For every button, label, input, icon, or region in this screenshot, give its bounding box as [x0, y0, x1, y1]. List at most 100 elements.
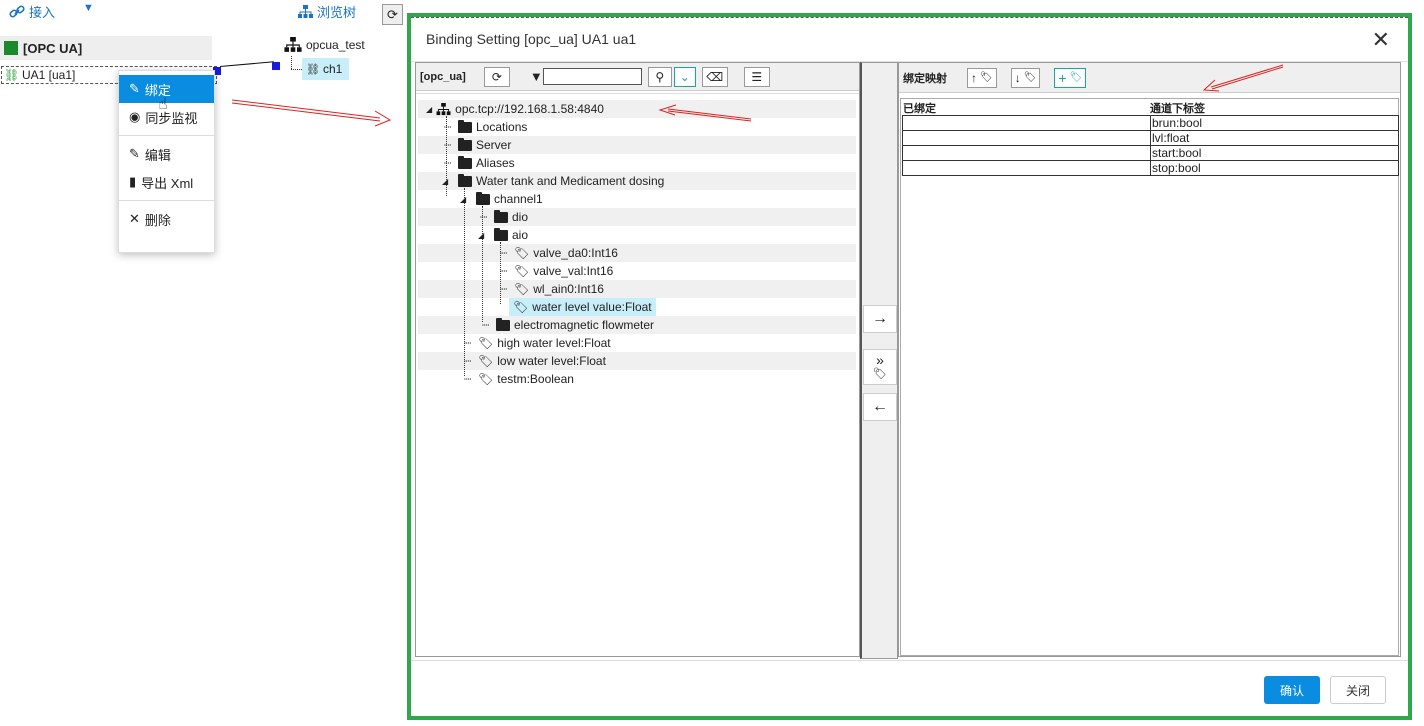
refresh-button[interactable]: ⟳: [483, 66, 510, 87]
channel-tag-cell[interactable]: stop:bool: [1150, 160, 1399, 176]
search-button[interactable]: ⚲: [647, 66, 672, 87]
mapping-table: brun:bool lvl:float start:bool stop:bool: [902, 115, 1399, 176]
column-header-channel-tag: 通道下标签: [1150, 103, 1205, 115]
close-icon: ✕: [129, 211, 140, 226]
tree-node-high-water[interactable]: ┈ 🏷 high water level:Float: [464, 334, 611, 352]
tree-node-water-tank[interactable]: ◢ Water tank and Medicament dosing: [442, 172, 664, 190]
tree-node-flowmeter[interactable]: ┈ electromagnetic flowmeter: [482, 316, 654, 334]
menu-sync-label: 同步监视: [145, 110, 198, 126]
channel-tag-cell[interactable]: start:bool: [1150, 145, 1399, 161]
move-down-button[interactable]: ↓ 🏷: [1010, 67, 1041, 88]
tree-node-aio[interactable]: ◢ aio: [478, 226, 528, 244]
table-row[interactable]: stop:bool: [902, 160, 1399, 176]
folder-icon: [458, 119, 472, 133]
tree-root-label: opcua_test: [306, 38, 365, 52]
tree-node-label: Water tank and Medicament dosing: [476, 174, 665, 188]
add-selected-button[interactable]: →: [863, 305, 897, 333]
tree-node-root[interactable]: ◢ opc.tcp://192.168.1.58:4840: [426, 100, 604, 118]
tree-area: ◢ opc.tcp://192.168.1.58:4840 ┈ Location…: [416, 93, 859, 656]
tree-node-ch1[interactable]: ⛓ ch1: [302, 58, 349, 80]
tag-icon: 🏷: [873, 368, 887, 380]
tree-node-label: channel1: [494, 192, 543, 206]
tree-node-label: low water level:Float: [497, 354, 606, 368]
bound-cell[interactable]: [902, 115, 1151, 131]
pencil-icon: ✎: [129, 146, 140, 161]
tag-icon: 🏷: [478, 336, 494, 350]
bound-cell[interactable]: [902, 145, 1151, 161]
source-tree-pane: [opc_ua] ⟳ ▼ ⚲ ⌄ ⌫ ☰ ◢ opc.tcp://192.168…: [415, 62, 860, 657]
tree-node-valve-da0[interactable]: ┈ 🏷 valve_da0:Int16: [500, 244, 618, 262]
refresh-icon: ⟳: [491, 69, 502, 84]
connect-menu[interactable]: 接入: [9, 2, 55, 21]
link-icon: [9, 5, 25, 17]
mapping-pane: 绑定映射 ↑ 🏷 ↓ 🏷 + 🏷 已绑定 通道下标签 brun:bool lvl:fl…: [898, 62, 1401, 657]
dialog-title: Binding Setting [opc_ua] UA1 ua1: [426, 31, 637, 47]
tree-node-label: high water level:Float: [497, 336, 611, 350]
channel-tag-cell[interactable]: lvl:float: [1150, 130, 1399, 146]
folder-icon: [458, 137, 472, 151]
remove-button[interactable]: ←: [863, 393, 897, 421]
tag-icon: 🏷: [478, 354, 494, 368]
caret-down-icon[interactable]: ▼: [83, 2, 94, 14]
tree-node-label: valve_da0:Int16: [533, 246, 618, 260]
annotation-arrow: [231, 99, 392, 127]
tree-node-dio[interactable]: ┈ dio: [480, 208, 528, 226]
collapse-icon: ◢: [426, 104, 433, 114]
tree-node-label: Aliases: [476, 156, 515, 170]
tree-node-label: Server: [476, 138, 512, 152]
menu-item-edit[interactable]: ✎ 编辑: [119, 140, 214, 168]
arrow-up-icon: ↑: [971, 70, 977, 85]
channel-tag-cell[interactable]: brun:bool: [1150, 115, 1399, 131]
tree-node-water-level-value[interactable]: 🏷 water level value:Float: [509, 298, 656, 316]
menu-delete-label: 删除: [144, 212, 171, 228]
tree-node-aliases[interactable]: ┈ Aliases: [444, 154, 515, 172]
tree-root-opcua-test[interactable]: opcua_test: [284, 37, 365, 53]
tree-node-testm[interactable]: ┈ 🏷 testm:Boolean: [464, 370, 574, 388]
table-row[interactable]: start:bool: [902, 145, 1399, 161]
source-label: [opc_ua]: [420, 70, 466, 83]
menu-item-export-xml[interactable]: ▮ 导出 Xml: [119, 168, 214, 196]
tag-icon: 🏷: [980, 72, 993, 83]
tree-node-locations[interactable]: ┈ Locations: [444, 118, 527, 136]
tree-node-low-water[interactable]: ┈ 🏷 low water level:Float: [464, 352, 606, 370]
confirm-button[interactable]: 确认: [1264, 676, 1320, 704]
collapse-icon: ◢: [460, 194, 467, 204]
port-handle[interactable]: [272, 62, 280, 70]
add-all-button[interactable]: » 🏷: [863, 349, 897, 385]
tree-node-label: valve_val:Int16: [533, 264, 614, 278]
collapse-icon: ◢: [478, 230, 485, 240]
clear-filter-button[interactable]: ⌫: [701, 66, 728, 87]
tree-node-wl-ain0[interactable]: ┈ 🏷 wl_ain0:Int16: [500, 280, 604, 298]
browse-tree-link[interactable]: 浏览树: [298, 2, 356, 21]
tree-node-server[interactable]: ┈ Server: [444, 136, 511, 154]
tree-line: [291, 56, 292, 69]
folder-icon: [458, 155, 472, 169]
close-button[interactable]: 关闭: [1330, 676, 1386, 704]
tag-icon: 🏷: [1023, 72, 1037, 83]
filter-input[interactable]: [542, 68, 642, 85]
table-row[interactable]: brun:bool: [902, 115, 1399, 131]
opc-ua-header: [OPC UA]: [0, 36, 212, 60]
tree-node-label: electromagnetic flowmeter: [514, 318, 655, 332]
close-icon[interactable]: ✕: [1372, 27, 1390, 53]
tag-icon: 🏷: [478, 372, 494, 386]
bound-cell[interactable]: [902, 160, 1151, 176]
tag-icon: 🏷: [514, 246, 530, 260]
add-tag-button[interactable]: + 🏷: [1054, 67, 1087, 88]
list-view-button[interactable]: ☰: [743, 66, 770, 87]
menu-item-delete[interactable]: ✕ 删除: [119, 205, 214, 233]
list-icon: ☰: [751, 69, 763, 84]
tree-node-valve-val[interactable]: ┈ 🏷 valve_val:Int16: [500, 262, 613, 280]
tag-icon: 🏷: [513, 300, 529, 314]
move-up-button[interactable]: ↑ 🏷: [967, 67, 997, 88]
tree-node-channel1[interactable]: ◢ channel1: [460, 190, 543, 208]
double-chevron-right-icon: »: [876, 352, 884, 368]
filter-dropdown-button[interactable]: ⌄: [673, 66, 696, 87]
sitemap-icon: [284, 37, 302, 52]
tree-connector: ┈: [464, 354, 472, 368]
bound-cell[interactable]: [902, 130, 1151, 146]
folder-icon: [494, 209, 508, 223]
table-row[interactable]: lvl:float: [902, 130, 1399, 146]
tree-connector: ┈: [482, 318, 490, 332]
refresh-button[interactable]: ⟳: [382, 4, 403, 25]
